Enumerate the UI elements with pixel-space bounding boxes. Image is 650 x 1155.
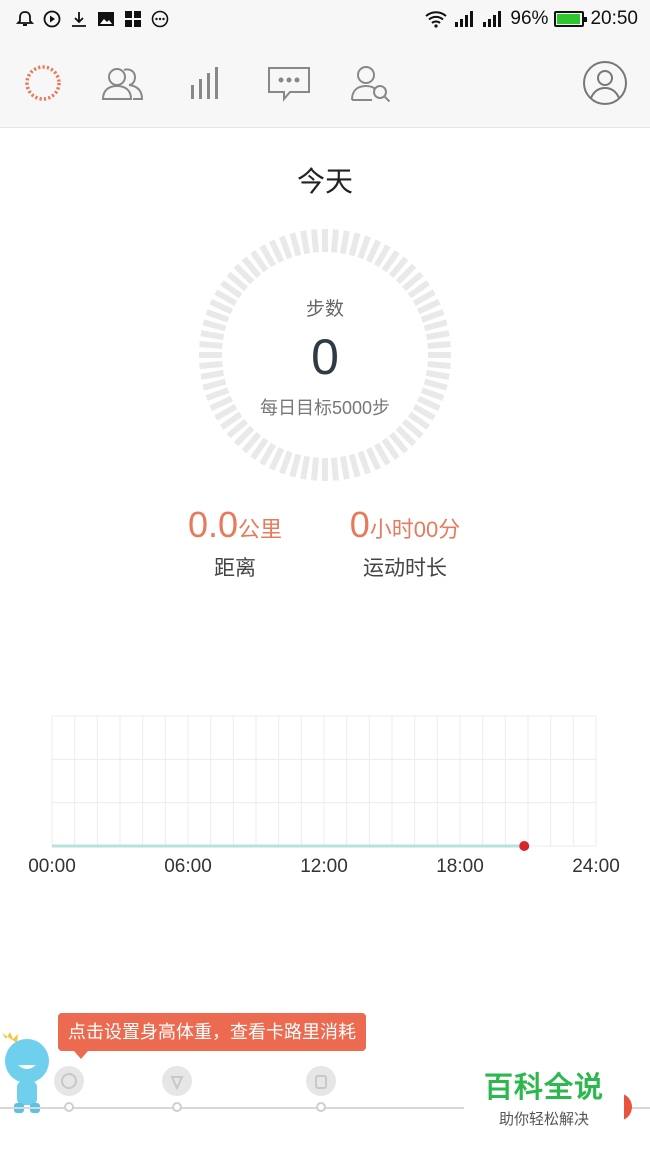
ring-text: 步数 0 每日目标5000步 — [198, 228, 452, 482]
top-navigation — [0, 38, 650, 128]
timeline-event-icon[interactable] — [54, 1066, 84, 1096]
timeline-dot — [64, 1102, 74, 1112]
play-icon — [43, 10, 61, 28]
find-friend-icon[interactable] — [348, 60, 394, 106]
battery-percent: 96% — [510, 8, 549, 29]
friends-icon[interactable] — [100, 60, 146, 106]
duration-value-row: 0小时00分 — [320, 504, 490, 546]
status-icons-right: 96% 20:50 — [424, 8, 638, 30]
mascot-icon[interactable] — [0, 1025, 56, 1115]
clock: 20:50 — [590, 8, 638, 29]
duration-label: 运动时长 — [363, 557, 447, 580]
activity-ring-icon[interactable] — [20, 60, 66, 106]
timeline-event-icon[interactable] — [162, 1066, 192, 1096]
distance-value: 0.0 — [187, 504, 239, 545]
distance-value-row: 0.0公里 — [160, 504, 310, 546]
alarm-icon — [16, 11, 34, 26]
image-icon — [98, 12, 114, 26]
apps-icon — [125, 11, 141, 27]
stats-icon[interactable] — [183, 60, 229, 106]
x-tick-label: 12:00 — [300, 856, 348, 877]
timeline-event-icon[interactable] — [306, 1066, 336, 1096]
page-title: 今天 — [296, 166, 353, 197]
duration-value: 0 — [349, 504, 370, 545]
timeline-dot — [316, 1102, 326, 1112]
distance-unit: 公里 — [238, 517, 283, 542]
duration-unit: 小时00分 — [369, 517, 461, 542]
distance-label: 距离 — [214, 557, 256, 580]
messages-icon[interactable] — [266, 60, 312, 106]
battery-fill — [557, 14, 581, 24]
steps-label: 步数 — [305, 299, 344, 320]
signal-icon — [483, 11, 502, 27]
watermark-title: 百科全说 — [483, 1072, 604, 1104]
step-progress-ring[interactable]: 步数 0 每日目标5000步 — [198, 228, 452, 482]
x-tick-label: 00:00 — [28, 856, 76, 877]
current-time-point — [519, 841, 530, 851]
steps-value: 0 — [311, 329, 339, 385]
x-tick-label: 24:00 — [572, 856, 620, 877]
x-tick-label: 18:00 — [436, 856, 484, 877]
battery-icon — [554, 11, 588, 27]
watermark: 百科全说 助你轻松解决 — [464, 1058, 624, 1132]
timeline-dot — [172, 1102, 182, 1112]
distance-metric: 0.0公里 距离 — [160, 504, 310, 582]
status-bar: 96% 20:50 — [0, 0, 650, 38]
more-icon — [151, 10, 169, 28]
signal-icon — [455, 11, 474, 27]
status-icons-left — [16, 10, 169, 28]
profile-icon[interactable] — [582, 60, 628, 106]
profile-setup-tooltip[interactable]: 点击设置身高体重，查看卡路里消耗 — [58, 1013, 366, 1059]
download-icon — [72, 12, 86, 27]
duration-metric: 0小时00分 运动时长 — [320, 504, 490, 582]
x-tick-label: 06:00 — [164, 856, 212, 877]
wifi-icon — [425, 11, 448, 28]
watermark-subtitle: 助你轻松解决 — [498, 1111, 589, 1128]
steps-goal: 每日目标5000步 — [259, 398, 391, 418]
